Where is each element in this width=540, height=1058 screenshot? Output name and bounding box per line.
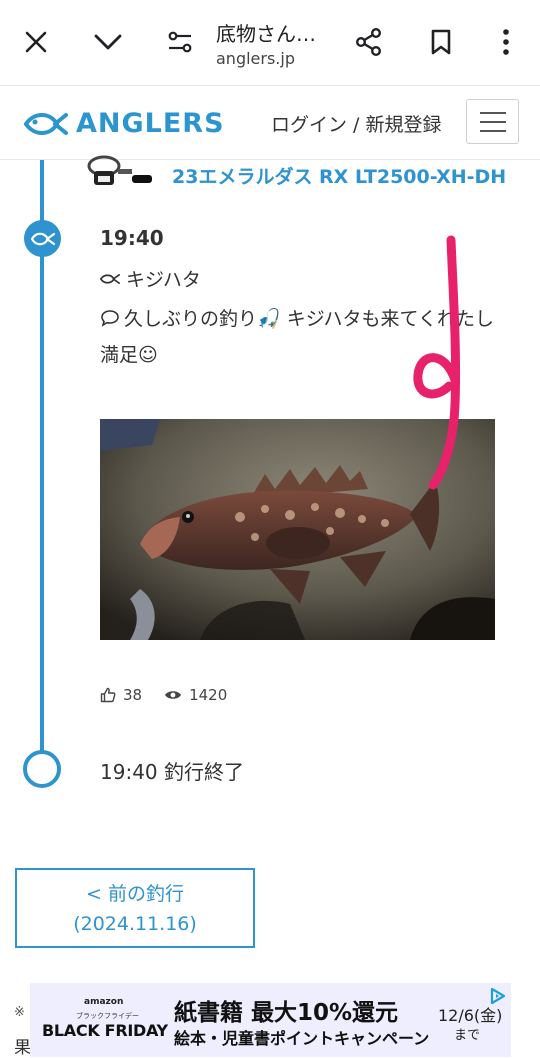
like-button[interactable]: 38	[100, 686, 142, 704]
fish-logo-icon	[24, 112, 68, 135]
fish-icon	[100, 273, 120, 284]
anglers-logo[interactable]: ANGLERS	[24, 108, 225, 139]
tackle-name[interactable]: 23エメラルダス RX LT2500-XH-DH	[172, 162, 506, 189]
bookmark-icon[interactable]	[421, 22, 461, 62]
ad-until: まで	[454, 1028, 481, 1043]
site-settings-icon[interactable]	[160, 22, 200, 62]
ad-date: 12/6(金)	[438, 1006, 503, 1025]
ad-bf-sub: ブラックフライデー	[76, 1012, 139, 1020]
prev-trip-label: < 前の釣行	[86, 883, 184, 905]
timeline-node-catch	[24, 220, 61, 257]
note-fragment: ※	[14, 1005, 25, 1020]
ad-black-friday: BLACK FRIDAY	[42, 1021, 168, 1040]
thumbs-up-icon	[100, 687, 116, 703]
site-header: ANGLERS ログイン / 新規登録	[0, 86, 540, 160]
view-count: 1420	[189, 686, 228, 704]
share-icon[interactable]	[349, 22, 389, 62]
chevron-down-icon[interactable]	[88, 22, 128, 62]
eye-icon	[165, 691, 182, 699]
page-url[interactable]: anglers.jp	[216, 49, 295, 68]
fish-icon	[30, 232, 55, 245]
species-row: キジハタ	[100, 265, 201, 292]
ad-subline: 絵本・児童書ポイントキャンペーン	[174, 1029, 430, 1048]
prev-trip-date: (2024.11.16)	[73, 913, 197, 935]
browser-toolbar: 底物さん… anglers.jp	[0, 0, 540, 86]
view-count-group: 1420	[164, 686, 227, 704]
more-vert-icon[interactable]	[486, 22, 526, 62]
adchoices-icon[interactable]	[489, 987, 507, 1005]
logo-text: ANGLERS	[76, 108, 225, 139]
stats-row: 38 1420	[100, 686, 249, 704]
login-register-link[interactable]: ログイン / 新規登録	[271, 110, 441, 137]
catch-photo[interactable]	[100, 419, 495, 640]
close-icon[interactable]	[16, 22, 56, 62]
catch-time: 19:40	[100, 226, 164, 250]
catch-comment: 久しぶりの釣り🎣 キジハタも来てくれたし満足☺	[100, 301, 500, 373]
speech-bubble-icon	[101, 310, 119, 327]
ad-headline: 紙書籍 最大10%還元	[174, 1000, 399, 1026]
species-name[interactable]: キジハタ	[126, 265, 201, 292]
reel-icon	[87, 155, 152, 185]
ad-amazon-text: amazon	[84, 997, 124, 1007]
fish-photo-image	[100, 419, 495, 640]
page-title: 底物さん…	[216, 22, 316, 46]
hamburger-menu-button[interactable]	[466, 99, 519, 144]
comment-text: 久しぶりの釣り🎣 キジハタも来てくれたし満足☺	[100, 308, 494, 366]
ad-banner[interactable]: amazon ブラックフライデー BLACK FRIDAY 紙書籍 最大10%還…	[30, 983, 511, 1057]
result-fragment: 果	[14, 1038, 31, 1058]
timeline-node-end	[23, 750, 61, 788]
trip-end-label: 19:40 釣行終了	[100, 760, 244, 784]
prev-trip-button[interactable]: < 前の釣行 (2024.11.16)	[15, 868, 255, 948]
like-count: 38	[123, 686, 143, 704]
